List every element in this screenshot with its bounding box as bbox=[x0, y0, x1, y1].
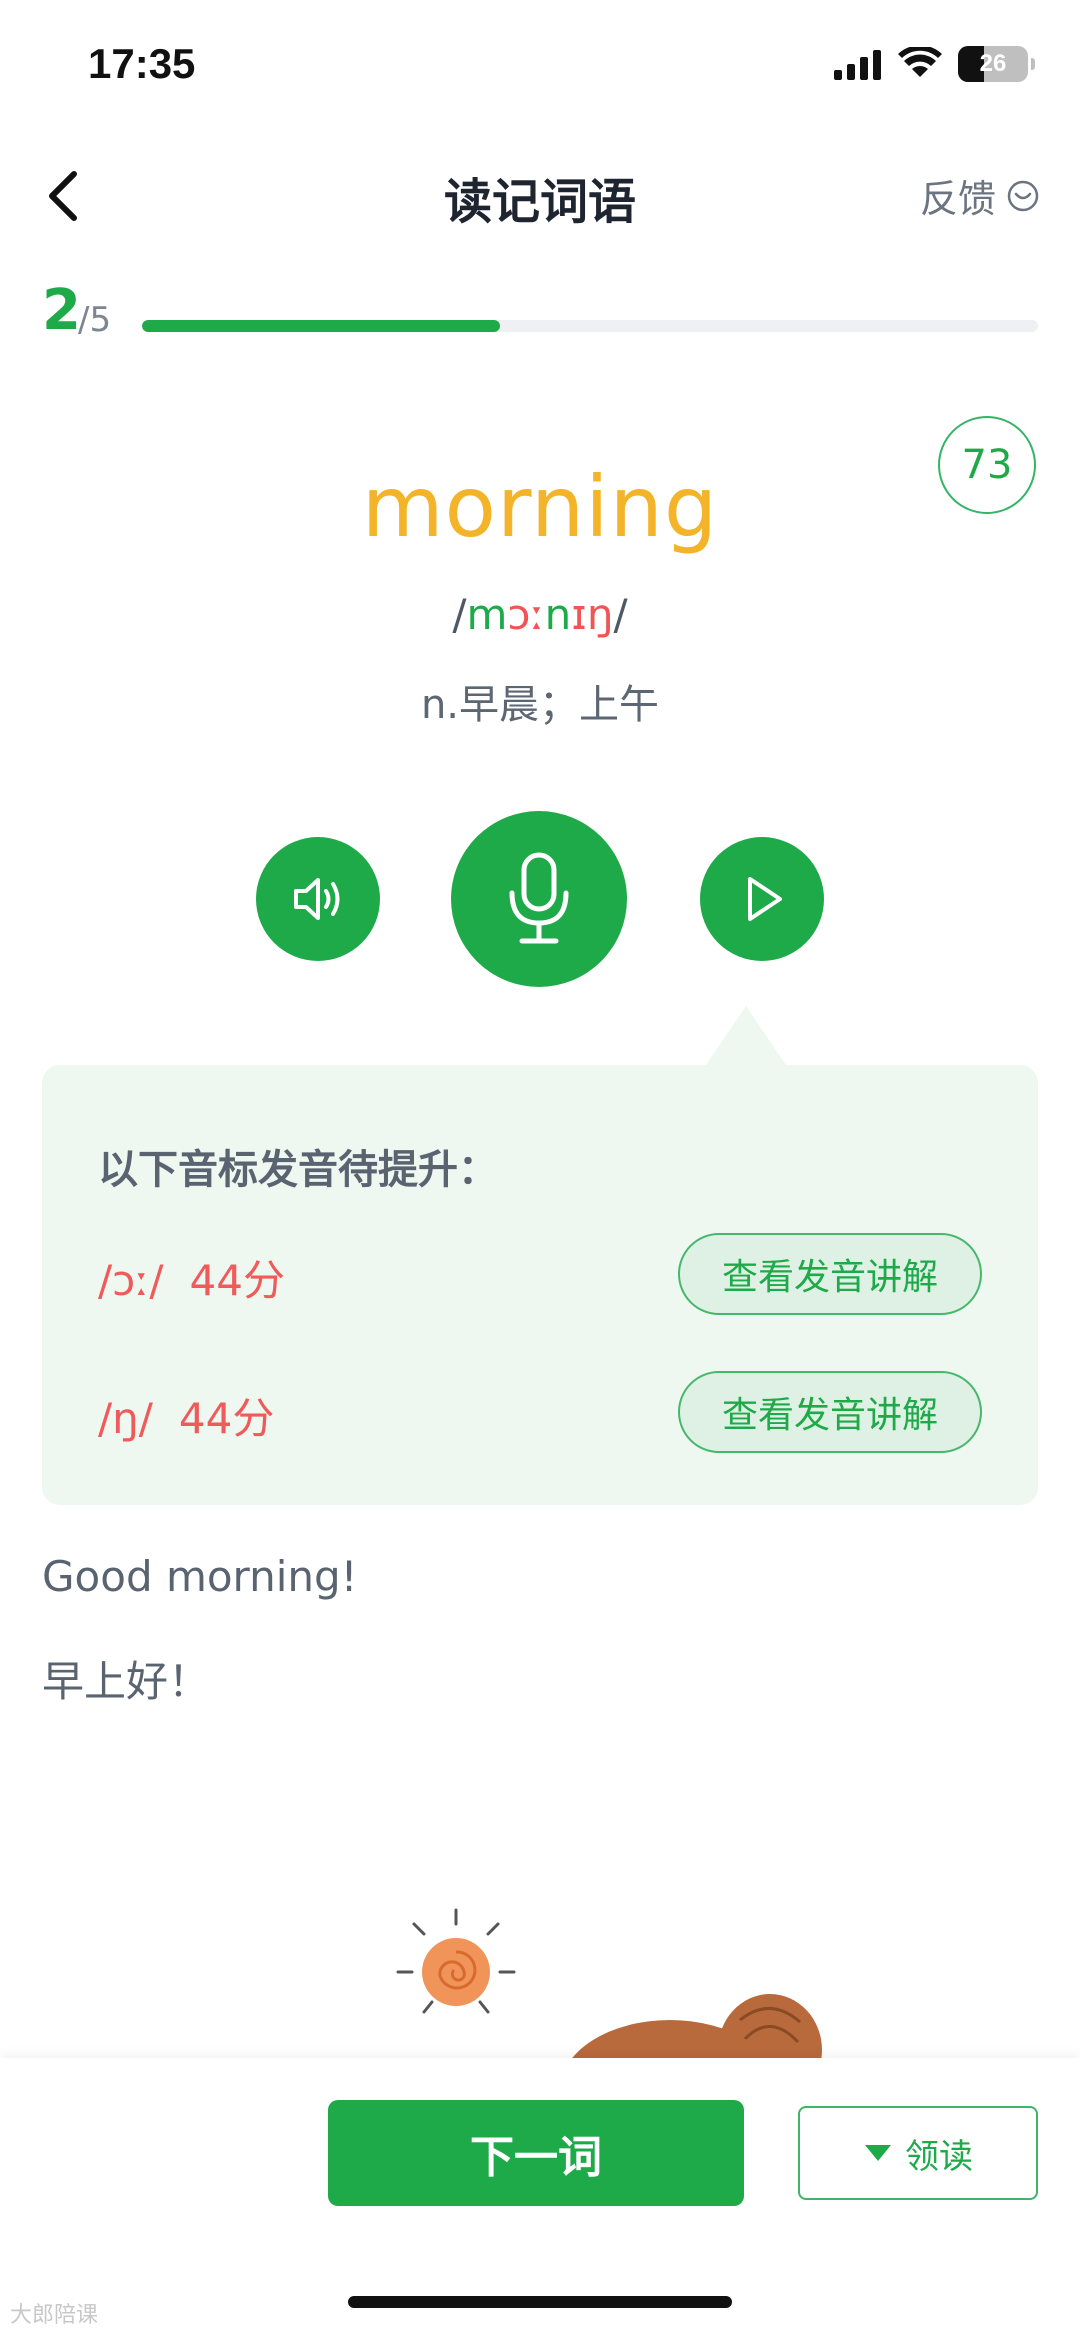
feedback-label: 反馈 bbox=[919, 177, 996, 221]
phonetic-segment-ing: ɪŋ bbox=[571, 590, 614, 639]
progress-bar bbox=[142, 320, 1038, 332]
phonetic-transcription: /mɔːnɪŋ/ bbox=[0, 590, 1080, 639]
panel-title: 以下音标发音待提升： bbox=[98, 1147, 498, 1193]
view-pronunciation-explanation-button[interactable]: 查看发音讲解 bbox=[678, 1233, 982, 1315]
phoneme-issue-row: /ŋ/44分 查看发音讲解 bbox=[98, 1371, 982, 1453]
phoneme-symbol: /ŋ/ bbox=[98, 1394, 153, 1443]
play-audio-button[interactable] bbox=[256, 837, 380, 961]
phoneme-issue-text: /ɔː/44分 bbox=[98, 1247, 285, 1308]
lead-reading-label: 领读 bbox=[905, 2136, 973, 2177]
word-meaning: n.早晨；上午 bbox=[420, 682, 660, 728]
feedback-button[interactable]: 反馈 bbox=[920, 168, 1040, 223]
watermark: 大郎陪课 bbox=[10, 2303, 99, 2328]
caret-down-icon bbox=[865, 2145, 891, 2161]
example-sentence-chinese: 早上好！ bbox=[42, 1657, 211, 1706]
phonetic-segment-m: m bbox=[466, 590, 508, 639]
play-icon bbox=[748, 877, 782, 921]
word-text: morning bbox=[361, 458, 719, 556]
battery-icon: 26 bbox=[958, 46, 1035, 82]
progress-total: /5 bbox=[78, 300, 112, 340]
phoneme-issue-row: /ɔː/44分 查看发音讲解 bbox=[98, 1233, 982, 1315]
phoneme-issue-text: /ŋ/44分 bbox=[98, 1385, 274, 1446]
status-bar: 17:35 26 bbox=[0, 0, 1080, 140]
phonetic-slash-close: / bbox=[613, 590, 628, 639]
progress-current: 2 bbox=[42, 278, 81, 343]
illustration-image bbox=[396, 1908, 822, 2060]
home-indicator[interactable] bbox=[348, 2296, 732, 2308]
panel-pointer bbox=[704, 1006, 788, 1068]
battery-level: 26 bbox=[979, 50, 1007, 77]
progress-fill bbox=[142, 320, 501, 332]
sun-icon bbox=[396, 1908, 516, 2014]
microphone-icon bbox=[509, 852, 569, 944]
phoneme-score: 44分 bbox=[178, 1394, 275, 1443]
character-hair-icon bbox=[570, 1994, 822, 2060]
page-title: 读记词语 bbox=[443, 174, 636, 230]
cellular-signal-icon bbox=[834, 50, 881, 80]
example-sentence-english: Good morning! bbox=[42, 1552, 358, 1601]
speaker-icon bbox=[294, 878, 340, 920]
progress-indicator: 2 /5 bbox=[42, 278, 1038, 348]
view-pronunciation-explanation-button[interactable]: 查看发音讲解 bbox=[678, 1371, 982, 1453]
phonetic-slash-open: / bbox=[452, 590, 467, 639]
record-button[interactable] bbox=[451, 811, 627, 987]
status-time: 17:35 bbox=[88, 40, 196, 87]
wifi-icon bbox=[898, 47, 942, 77]
phonetic-segment-o: ɔː bbox=[507, 590, 545, 639]
phonetic-segment-n: n bbox=[544, 590, 572, 639]
next-word-button[interactable]: 下一词 bbox=[328, 2100, 744, 2206]
phoneme-symbol: /ɔː/ bbox=[98, 1256, 164, 1305]
lead-reading-button[interactable]: 领读 bbox=[798, 2106, 1038, 2200]
pronunciation-feedback-panel: 以下音标发音待提升： /ɔː/44分 查看发音讲解 /ŋ/44分 查看发音讲解 bbox=[42, 1065, 1038, 1505]
status-icons: 26 bbox=[834, 46, 1035, 82]
smile-icon bbox=[1007, 180, 1039, 211]
phoneme-score: 44分 bbox=[189, 1256, 285, 1305]
play-recording-button[interactable] bbox=[700, 837, 824, 961]
header: 读记词语 反馈 bbox=[0, 140, 1080, 250]
